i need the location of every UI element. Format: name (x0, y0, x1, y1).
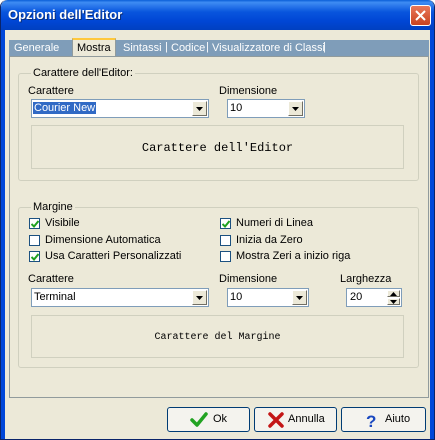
chevron-down-icon (292, 107, 299, 111)
check-icon (31, 220, 39, 228)
checkbox-label: Visibile (45, 217, 80, 229)
tab-separator: | (323, 41, 326, 53)
margin-font-label: Carattere (28, 273, 74, 285)
title-bar[interactable]: Opzioni dell'Editor (1, 0, 434, 30)
dropdown-arrow[interactable] (292, 290, 307, 305)
close-button[interactable] (410, 5, 431, 26)
tab-codice[interactable]: Codice (171, 41, 205, 55)
margin-width-label: Larghezza (340, 273, 392, 285)
margin-size-label: Dimensione (219, 273, 278, 285)
dropdown-arrow[interactable] (192, 290, 207, 305)
frame-left (1, 30, 5, 439)
editor-size-label: Dimensione (219, 85, 278, 97)
editor-options-window: Opzioni dell'Editor Generale Mostra Sint… (0, 0, 435, 440)
cancel-button[interactable]: Annulla (254, 407, 337, 432)
spin-down-button[interactable] (387, 298, 400, 305)
checkbox-label: Usa Caratteri Personalizzati (45, 250, 182, 262)
checkbox-label: Numeri di Linea (236, 217, 314, 229)
tab-sintassi[interactable]: Sintassi (123, 41, 162, 55)
ok-button[interactable]: Ok (167, 407, 250, 432)
spinner-buttons (387, 290, 400, 305)
margin-size-select[interactable]: 10 (227, 288, 309, 307)
checkmark-icon (190, 412, 208, 427)
editor-font-group-label: Carattere dell'Editor: (31, 67, 135, 79)
checkbox-box[interactable] (29, 251, 40, 262)
tab-separator: | (165, 41, 168, 53)
margin-width-spinner[interactable]: 20 (346, 288, 402, 307)
editor-font-value: Courier New (33, 102, 97, 114)
checkbox-box[interactable] (220, 251, 231, 262)
checkbox-box[interactable] (220, 218, 231, 229)
chevron-down-icon (196, 107, 203, 111)
tab-separator: | (206, 41, 209, 53)
checkbox-label: Inizia da Zero (236, 234, 303, 246)
tab-mostra[interactable]: Mostra (72, 38, 116, 56)
ok-button-label: Ok (213, 413, 228, 425)
checkbox-label: Mostra Zeri a inizio riga (236, 250, 351, 262)
help-button[interactable]: ? Aiuto (341, 407, 426, 432)
arrow-up-icon (390, 292, 397, 296)
arrow-down-icon (390, 300, 397, 304)
chevron-down-icon (296, 296, 303, 300)
margin-font-preview-text: Carattere del Margine (154, 332, 281, 343)
tab-visualizzatore-di-classi[interactable]: Visualizzatore di Classi (212, 41, 325, 55)
margin-font-preview: Carattere del Margine (31, 315, 404, 358)
close-icon (415, 10, 426, 21)
spin-up-button[interactable] (387, 290, 400, 297)
check-icon (31, 253, 39, 261)
tab-generale[interactable]: Generale (14, 41, 59, 55)
editor-size-select[interactable]: 10 (227, 99, 305, 118)
margin-width-value: 20 (350, 291, 363, 303)
help-button-label: Aiuto (385, 413, 411, 425)
editor-font-preview-text: Carattere dell'Editor (141, 141, 294, 155)
cancel-button-label: Annulla (288, 413, 325, 425)
editor-font-preview: Carattere dell'Editor (31, 125, 404, 169)
margin-font-select[interactable]: Terminal (31, 288, 209, 307)
chevron-down-icon (196, 296, 203, 300)
margin-group-label: Margine (31, 201, 75, 213)
question-mark-icon: ? (366, 412, 376, 428)
x-cross-icon (268, 412, 284, 428)
checkbox-box[interactable] (220, 235, 231, 246)
margin-size-value: 10 (230, 291, 243, 303)
editor-size-value: 10 (230, 102, 243, 114)
margin-font-value: Terminal (34, 291, 76, 303)
checkbox-box[interactable] (29, 235, 40, 246)
dropdown-arrow[interactable] (192, 101, 207, 116)
frame-right (430, 30, 434, 439)
svg-text:?: ? (366, 412, 376, 428)
checkbox-label: Dimensione Automatica (45, 234, 161, 246)
editor-font-select[interactable]: Courier New (31, 99, 209, 118)
window-title: Opzioni dell'Editor (8, 7, 123, 22)
dropdown-arrow[interactable] (288, 101, 303, 116)
editor-font-label: Carattere (28, 85, 74, 97)
check-icon (222, 220, 230, 228)
checkbox-box[interactable] (29, 218, 40, 229)
